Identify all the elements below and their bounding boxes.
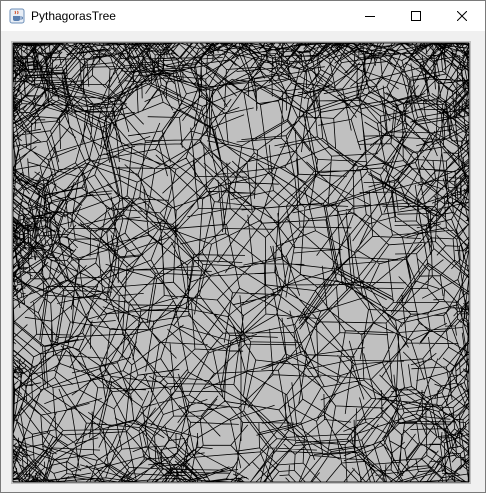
minimize-icon bbox=[365, 16, 375, 17]
drawing-canvas bbox=[11, 41, 471, 484]
app-window: PythagorasTree bbox=[0, 0, 486, 493]
title-bar[interactable]: PythagorasTree bbox=[1, 1, 485, 31]
window-controls bbox=[347, 1, 485, 31]
tree-branches bbox=[12, 42, 470, 483]
minimize-button[interactable] bbox=[347, 1, 393, 31]
java-coffee-cup-icon bbox=[9, 8, 25, 24]
maximize-icon bbox=[411, 11, 421, 21]
maximize-button[interactable] bbox=[393, 1, 439, 31]
content-pane bbox=[1, 31, 485, 492]
close-icon bbox=[457, 11, 467, 21]
close-button[interactable] bbox=[439, 1, 485, 31]
window-title: PythagorasTree bbox=[31, 9, 116, 23]
pythagoras-tree bbox=[12, 42, 470, 483]
